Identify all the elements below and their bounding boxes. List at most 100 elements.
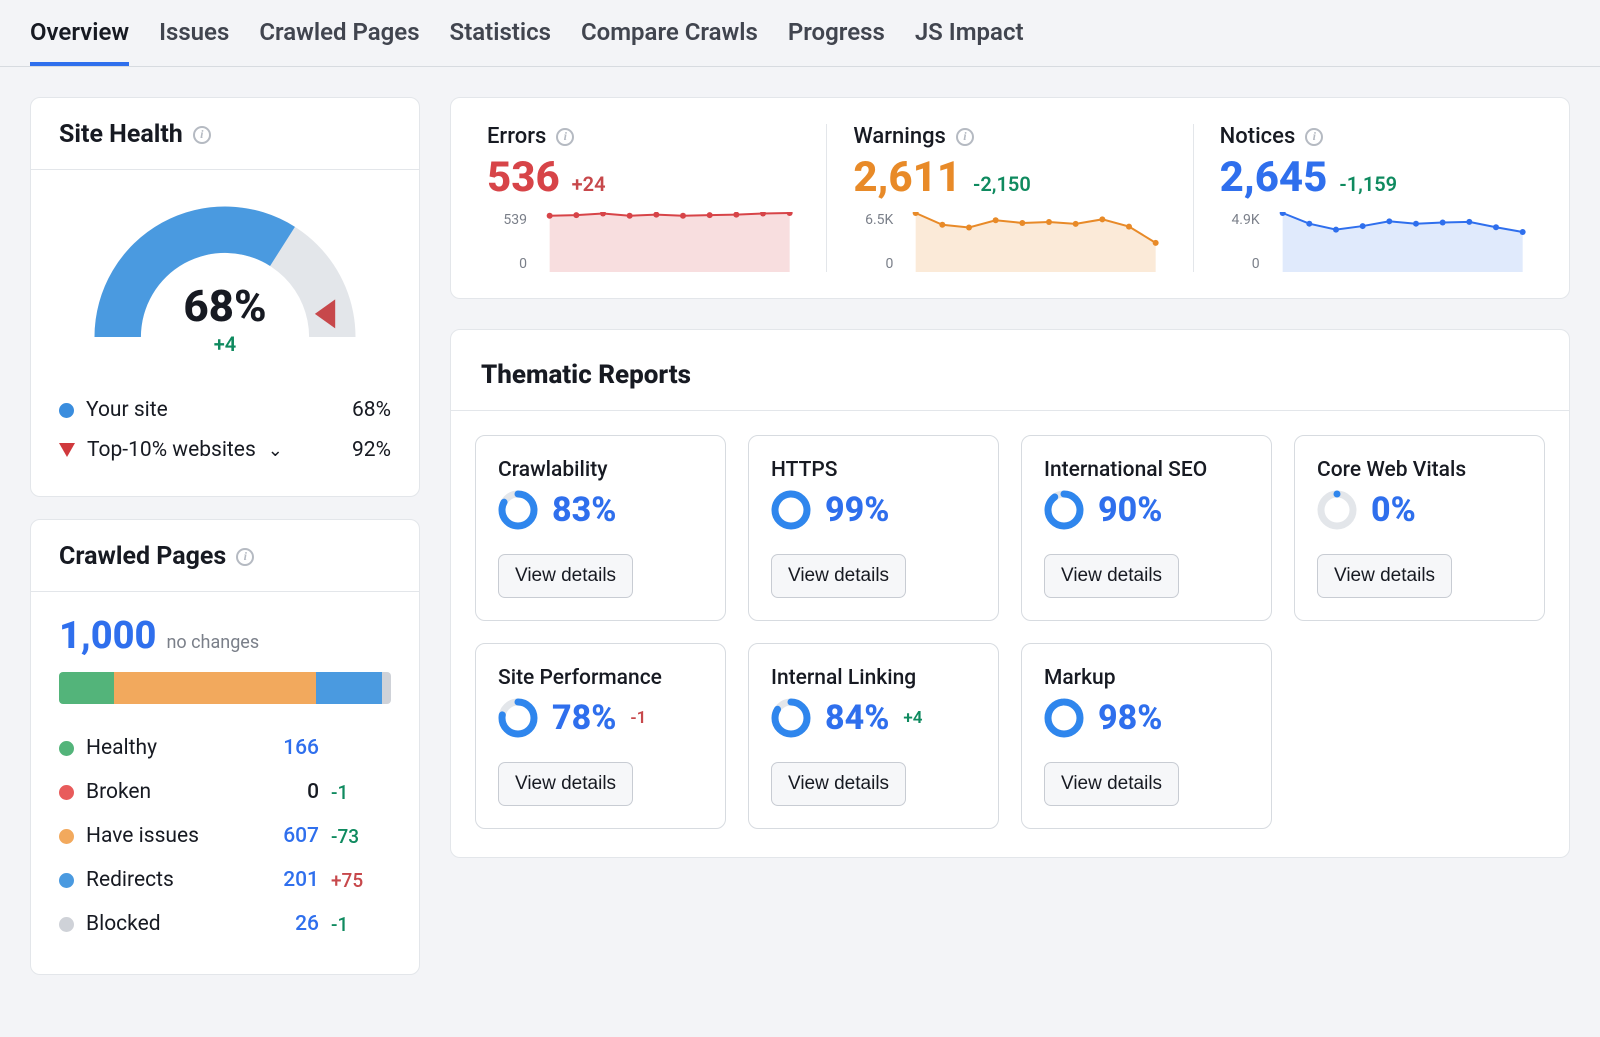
- y-min: 0: [853, 256, 893, 272]
- report-title: Core Web Vitals: [1317, 458, 1522, 482]
- info-icon[interactable]: i: [1305, 128, 1323, 146]
- donut-icon: [771, 698, 811, 738]
- view-details-button[interactable]: View details: [771, 554, 906, 598]
- donut-icon: [498, 698, 538, 738]
- crawled-pages-title: Crawled Pages: [59, 542, 226, 571]
- site-health-card: Site Health i 68% +4 Your site 68%: [30, 97, 420, 497]
- thematic-title: Thematic Reports: [451, 330, 1569, 411]
- sparkline-errors: [539, 212, 800, 272]
- stack-seg-blocked[interactable]: [382, 672, 391, 704]
- report-crawlability: Crawlability 83% View details: [475, 435, 726, 621]
- tab-progress[interactable]: Progress: [788, 18, 885, 66]
- dot-icon: [59, 785, 74, 800]
- crawled-row-redirects[interactable]: Redirects 201 +75: [59, 858, 391, 902]
- sparkline-warnings: [905, 212, 1166, 272]
- report-percent: 98%: [1098, 698, 1162, 738]
- legend-label: Your site: [86, 398, 168, 422]
- tab-bar: Overview Issues Crawled Pages Statistics Com…: [0, 0, 1600, 67]
- metric-value: 536: [487, 153, 560, 202]
- crawled-row-delta: -1: [331, 913, 391, 936]
- view-details-button[interactable]: View details: [1044, 554, 1179, 598]
- crawled-stack-bar: [59, 672, 391, 704]
- report-percent: 84%: [825, 698, 889, 738]
- legend-top10[interactable]: Top-10% websites ⌄ 92%: [59, 430, 391, 470]
- report-percent: 83%: [552, 490, 616, 530]
- tab-crawled-pages[interactable]: Crawled Pages: [259, 18, 419, 66]
- crawled-row-name: Have issues: [86, 824, 199, 848]
- stack-seg-have-issues[interactable]: [114, 672, 316, 704]
- report-title: International SEO: [1044, 458, 1249, 482]
- crawled-row-delta: +75: [331, 869, 391, 892]
- donut-icon: [1044, 698, 1084, 738]
- crawled-row-count: 26: [259, 912, 319, 936]
- report-percent: 78%: [552, 698, 616, 738]
- tab-js-impact[interactable]: JS Impact: [915, 18, 1024, 66]
- thematic-reports-card: Thematic Reports Crawlability 83% View det…: [450, 329, 1570, 858]
- view-details-button[interactable]: View details: [498, 762, 633, 806]
- crawled-row-name: Healthy: [86, 736, 157, 760]
- metric-value: 2,611: [853, 153, 961, 202]
- metric-delta: +24: [572, 172, 606, 196]
- stack-seg-redirects[interactable]: [316, 672, 383, 704]
- metric-notices[interactable]: Noticesi2,645-1,1594.9K0: [1194, 124, 1559, 272]
- legend-value: 92%: [331, 438, 391, 462]
- y-max: 6.5K: [853, 212, 893, 228]
- crawled-total: 1,000: [59, 614, 156, 658]
- metric-delta: -1,159: [1339, 172, 1397, 196]
- metric-title: Errors: [487, 124, 546, 149]
- report-core-web-vitals: Core Web Vitals 0% View details: [1294, 435, 1545, 621]
- report-site-performance: Site Performance78%-1View details: [475, 643, 726, 829]
- crawled-row-healthy[interactable]: Healthy 166: [59, 726, 391, 770]
- crawled-row-count: 607: [259, 824, 319, 848]
- chevron-down-icon[interactable]: ⌄: [268, 440, 283, 461]
- metric-warnings[interactable]: Warningsi2,611-2,1506.5K0: [827, 124, 1193, 272]
- view-details-button[interactable]: View details: [1317, 554, 1452, 598]
- legend-label: Top-10% websites: [87, 438, 256, 462]
- crawled-row-name: Broken: [86, 780, 151, 804]
- report-percent: 0%: [1371, 490, 1416, 530]
- dot-icon: [59, 917, 74, 932]
- crawled-row-count: 166: [259, 736, 319, 760]
- tab-compare-crawls[interactable]: Compare Crawls: [581, 18, 758, 66]
- donut-icon: [771, 490, 811, 530]
- metric-title: Warnings: [853, 124, 946, 149]
- dot-icon: [59, 829, 74, 844]
- crawled-pages-card: Crawled Pages i 1,000 no changes Healthy…: [30, 519, 420, 975]
- report-percent: 90%: [1098, 490, 1162, 530]
- crawled-row-blocked[interactable]: Blocked26-1: [59, 902, 391, 946]
- view-details-button[interactable]: View details: [771, 762, 906, 806]
- metric-errors[interactable]: Errorsi536+245390: [461, 124, 827, 272]
- metrics-card: Errorsi536+245390Warningsi2,611-2,1506.5…: [450, 97, 1570, 299]
- metric-value: 2,645: [1220, 153, 1328, 202]
- crawled-row-count: 201: [259, 868, 319, 892]
- report-https: HTTPS99%View details: [748, 435, 999, 621]
- crawled-row-broken[interactable]: Broken0-1: [59, 770, 391, 814]
- info-icon[interactable]: i: [556, 128, 574, 146]
- info-icon[interactable]: i: [956, 128, 974, 146]
- view-details-button[interactable]: View details: [1044, 762, 1179, 806]
- stack-seg-healthy[interactable]: [59, 672, 114, 704]
- y-min: 0: [1220, 256, 1260, 272]
- info-icon[interactable]: i: [193, 126, 211, 144]
- report-title: Internal Linking: [771, 666, 976, 690]
- tab-overview[interactable]: Overview: [30, 18, 129, 66]
- crawled-row-have-issues[interactable]: Have issues607-73: [59, 814, 391, 858]
- view-details-button[interactable]: View details: [498, 554, 633, 598]
- site-health-delta: +4: [80, 332, 370, 356]
- report-delta: +4: [903, 708, 922, 728]
- site-health-score: 68%: [80, 280, 370, 332]
- metric-title: Notices: [1220, 124, 1296, 149]
- site-health-gauge: 68% +4: [80, 192, 370, 362]
- report-title: HTTPS: [771, 458, 976, 482]
- crawled-row-name: Redirects: [86, 868, 174, 892]
- report-title: Markup: [1044, 666, 1249, 690]
- legend-your-site: Your site 68%: [59, 390, 391, 430]
- dot-icon: [59, 403, 74, 418]
- crawled-row-count: 0: [259, 780, 319, 804]
- info-icon[interactable]: i: [236, 548, 254, 566]
- donut-icon: [1317, 490, 1357, 530]
- report-title: Crawlability: [498, 458, 703, 482]
- tab-statistics[interactable]: Statistics: [450, 18, 551, 66]
- sparkline-notices: [1272, 212, 1533, 272]
- tab-issues[interactable]: Issues: [159, 18, 229, 66]
